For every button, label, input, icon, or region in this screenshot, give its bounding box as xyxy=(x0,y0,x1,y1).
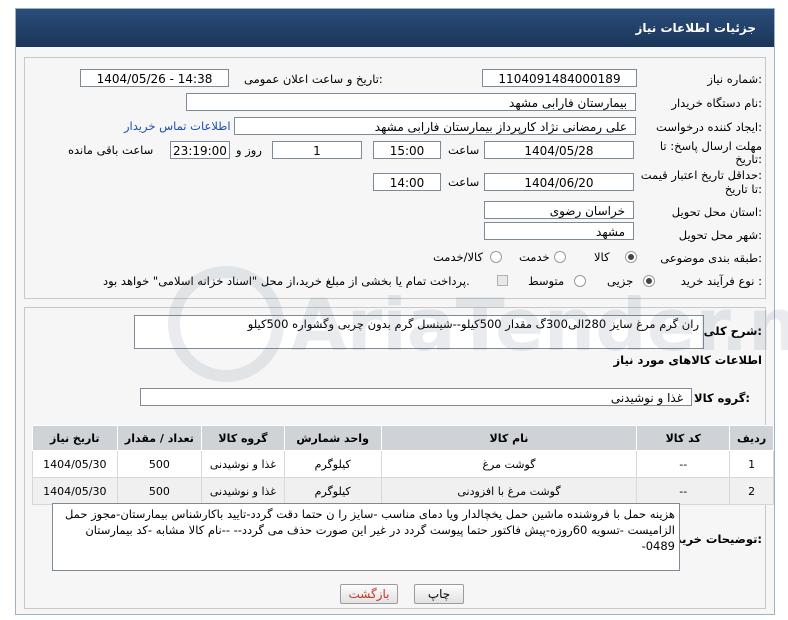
treasury-payment-note: پرداخت تمام یا بخشی از مبلغ خرید،از محل … xyxy=(103,274,470,288)
deadline-label-2: تاریخ: xyxy=(735,152,762,166)
category-radio-service[interactable] xyxy=(554,251,566,263)
col-need-date: تاریخ نیاز xyxy=(32,425,118,451)
buyer-org-field: بیمارستان فارابی مشهد xyxy=(186,93,636,111)
cell-quantity: 500 xyxy=(116,477,203,505)
col-row: ردیف xyxy=(729,425,774,451)
back-button[interactable]: بازگشت xyxy=(340,584,398,604)
city-field: مشهد xyxy=(484,222,634,240)
table-row: 1404/05/30 500 غذا و نوشیدنی کیلوگرم گوش… xyxy=(32,477,774,505)
cell-unit: کیلوگرم xyxy=(283,450,382,478)
remaining-time-field: 23:19:00 xyxy=(170,141,230,159)
process-radio-minor[interactable] xyxy=(643,275,655,287)
cell-row: 1 xyxy=(729,450,774,478)
need-number-label: شماره نیاز: xyxy=(707,72,762,86)
cell-code: -- xyxy=(636,450,731,478)
cell-quantity: 500 xyxy=(116,450,203,478)
remaining-label: ساعت باقی مانده xyxy=(68,143,154,157)
process-label: نوع فرآیند خرید : xyxy=(680,274,762,288)
goods-section-title: اطلاعات کالاهای مورد نیاز xyxy=(613,353,762,367)
city-label: شهر محل تحویل: xyxy=(678,228,762,242)
col-name: نام کالا xyxy=(380,425,638,451)
description-textarea[interactable]: ران گرم مرغ سایز 280الی300گ مقدار 500کیل… xyxy=(134,315,704,349)
cell-row: 2 xyxy=(729,477,774,505)
creator-label: ایجاد کننده درخواست: xyxy=(656,120,762,134)
category-option-service: خدمت xyxy=(519,250,550,264)
goods-table: تاریخ نیاز تعداد / مقدار گروه کالا واحد … xyxy=(32,425,774,505)
category-radio-goods-service[interactable] xyxy=(490,251,502,263)
goods-table-header: تاریخ نیاز تعداد / مقدار گروه کالا واحد … xyxy=(32,425,774,451)
table-row: 1404/05/30 500 غذا و نوشیدنی کیلوگرم گوش… xyxy=(32,450,774,478)
cell-group: غذا و نوشیدنی xyxy=(201,450,285,478)
cell-unit: کیلوگرم xyxy=(283,477,382,505)
cell-group: غذا و نوشیدنی xyxy=(201,477,285,505)
validity-time-field: 14:00 xyxy=(373,173,441,191)
cell-name: گوشت مرغ با افزودنی xyxy=(380,477,638,505)
deadline-time-label: ساعت xyxy=(448,143,480,157)
days-label: روز و xyxy=(236,143,262,157)
process-radio-medium[interactable] xyxy=(574,275,586,287)
process-option-minor: جزیی xyxy=(607,274,634,288)
category-option-goods-service: کالا/خدمت xyxy=(433,250,484,264)
province-field: خراسان رضوی xyxy=(484,201,634,219)
panel-title: جزئیات اطلاعات نیاز xyxy=(635,21,756,35)
category-label: طبقه بندی موضوعی: xyxy=(660,251,762,265)
cell-need-date: 1404/05/30 xyxy=(32,450,118,478)
process-option-medium: متوسط xyxy=(528,274,565,288)
announce-field: 1404/05/26 - 14:38 xyxy=(80,69,229,87)
details-panel: جزئیات اطلاعات نیاز شماره نیاز: 11040914… xyxy=(15,8,788,615)
need-number-field: 1104091484000189 xyxy=(482,69,637,87)
panel-titlebar: جزئیات اطلاعات نیاز xyxy=(16,9,774,47)
province-label: استان محل تحویل: xyxy=(671,205,762,219)
announce-label: تاریخ و ساعت اعلان عمومی: xyxy=(244,72,383,86)
category-option-goods: کالا xyxy=(594,250,610,264)
buyer-org-label: نام دستگاه خریدار: xyxy=(671,96,762,110)
goods-group-field: غذا و نوشیدنی xyxy=(140,388,692,406)
deadline-label-1: مهلت ارسال پاسخ: تا xyxy=(659,139,762,153)
cell-name: گوشت مرغ xyxy=(380,450,638,478)
creator-field: علی رمضانی نژاد کارپرداز بیمارستان فاراب… xyxy=(234,117,636,135)
col-code: کد کالا xyxy=(636,425,731,451)
validity-label-2: تا تاریخ: xyxy=(724,182,762,196)
days-field: 1 xyxy=(272,141,362,159)
col-unit: واحد شمارش xyxy=(283,425,382,451)
category-radio-goods[interactable] xyxy=(625,251,637,263)
col-quantity: تعداد / مقدار xyxy=(116,425,203,451)
buyer-notes-textarea[interactable]: هزینه حمل با فروشنده ماشین حمل یخچالدار … xyxy=(52,503,680,571)
goods-group-label: گروه کالا: xyxy=(694,391,750,405)
validity-time-label: ساعت xyxy=(448,175,480,189)
cell-need-date: 1404/05/30 xyxy=(32,477,118,505)
treasury-payment-checkbox[interactable] xyxy=(497,275,508,286)
col-group: گروه کالا xyxy=(201,425,285,451)
validity-date-field: 1404/06/20 xyxy=(484,173,634,191)
print-button[interactable]: چاپ xyxy=(414,584,464,604)
buyer-contact-link[interactable]: اطلاعات تماس خریدار xyxy=(124,119,231,133)
cell-code: -- xyxy=(636,477,731,505)
deadline-date-field: 1404/05/28 xyxy=(484,141,634,159)
validity-label-1: حداقل تاریخ اعتبار قیمت: xyxy=(640,168,762,182)
deadline-time-field: 15:00 xyxy=(373,141,441,159)
